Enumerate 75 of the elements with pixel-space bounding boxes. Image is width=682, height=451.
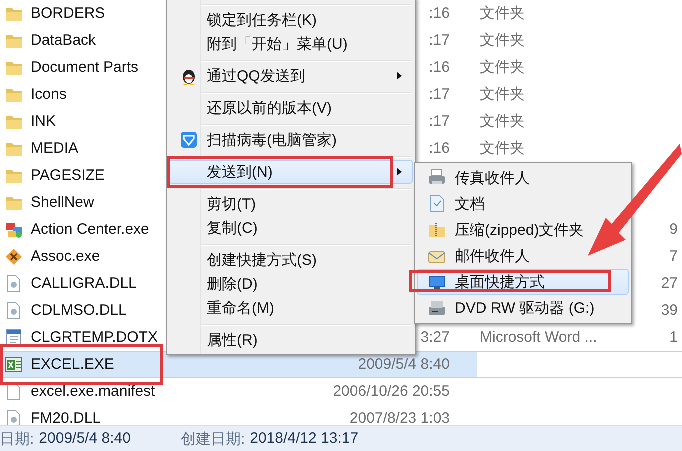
date-modified: :17 — [429, 86, 450, 103]
menu-item[interactable]: 文档 — [417, 191, 629, 217]
file-name[interactable]: ShellNew — [31, 194, 94, 211]
file-size: 9 — [670, 221, 678, 238]
menu-item[interactable]: 属性(R) — [169, 328, 413, 352]
file-name[interactable]: CLGRTEMP.DOTX — [31, 329, 158, 346]
file-type: 文件夹 — [480, 32, 525, 49]
file-name[interactable]: CALLIGRA.DLL — [31, 275, 137, 292]
gear-file-icon — [5, 274, 23, 292]
date-modified: :16 — [429, 59, 450, 76]
file-name[interactable]: INK — [31, 113, 56, 130]
menu-item[interactable]: 通过QQ发送到 — [169, 64, 413, 88]
menu-item[interactable]: 扫描病毒(电脑管家) — [169, 128, 413, 152]
file-name[interactable]: FM20.DLL — [31, 410, 102, 425]
menu-item[interactable]: 剪切(T) — [169, 192, 413, 216]
file-name[interactable]: DataBack — [31, 32, 96, 49]
file-size: 39 — [661, 302, 678, 319]
menu-item[interactable]: 锁定到任务栏(K) — [169, 8, 413, 32]
menu-item[interactable]: 复制(C) — [169, 216, 413, 240]
file-name[interactable]: MEDIA — [31, 140, 79, 157]
submenu-arrow-icon — [397, 72, 402, 80]
file-type: 文件夹 — [480, 59, 525, 76]
tools-icon — [5, 248, 23, 266]
file-name[interactable]: Icons — [31, 86, 67, 103]
file-type: 文件夹 — [480, 140, 525, 157]
file-type: 文件夹 — [480, 86, 525, 103]
file-type: 文件夹 — [480, 113, 525, 130]
date-modified: 2006/10/26 20:55 — [333, 383, 450, 400]
date-modified: 3:27 — [420, 329, 450, 346]
file-type: Microsoft Word ... — [480, 329, 598, 346]
menu-item[interactable]: 重命名(M) — [169, 296, 413, 320]
file-size: 27 — [661, 275, 678, 292]
file-name[interactable]: Action Center.exe — [31, 221, 150, 238]
zip-folder-icon — [428, 221, 446, 239]
selected-file-row[interactable]: EXCEL.EXE 2009/5/4 8:40 — [0, 351, 682, 378]
menu-item[interactable]: 附到「开始」菜单(U) — [169, 32, 413, 56]
shield-icon — [180, 131, 198, 149]
file-name[interactable]: BORDERS — [31, 5, 106, 22]
file-size: 7 — [670, 248, 678, 265]
monitor-icon — [428, 273, 446, 291]
menu-item[interactable]: 压缩(zipped)文件夹 — [417, 217, 629, 243]
date-modified: 2007/8/23 1:03 — [350, 410, 450, 425]
date-modified: 2009/5/4 8:40 — [358, 356, 450, 373]
status-value: 2018/4/12 13:17 — [250, 430, 359, 448]
file-type: 文件夹 — [480, 5, 525, 22]
application-icon — [5, 220, 23, 238]
disc-drive-icon — [428, 299, 446, 317]
printer-icon — [428, 169, 446, 187]
status-label: 创建日期: — [180, 430, 246, 448]
menu-item[interactable]: 发送到(N) — [169, 160, 413, 184]
document-icon — [428, 195, 446, 213]
file-name[interactable]: PAGESIZE — [31, 167, 105, 184]
menu-item[interactable]: DVD RW 驱动器 (G:) — [417, 295, 629, 321]
menu-item[interactable]: 传真收件人 — [417, 165, 629, 191]
date-modified: :17 — [429, 113, 450, 130]
menu-item[interactable]: 还原以前的版本(V) — [169, 96, 413, 120]
menu-item[interactable]: 创建快捷方式(S) — [169, 248, 413, 272]
menu-item[interactable]: 邮件收件人 — [417, 243, 629, 269]
menu-item[interactable]: 删除(D) — [169, 272, 413, 296]
gear-file-icon — [5, 410, 23, 425]
status-label: 日期: — [0, 430, 34, 448]
date-modified: :16 — [429, 140, 450, 157]
file-size: 1 — [670, 329, 678, 346]
document-icon — [5, 328, 23, 346]
file-name[interactable]: CDLMSO.DLL — [31, 302, 127, 319]
spreadsheet-icon — [5, 356, 23, 374]
submenu-arrow-icon — [397, 168, 402, 176]
gear-file-icon — [5, 302, 23, 320]
file-name[interactable]: Document Parts — [31, 59, 139, 76]
date-modified: :16 — [429, 5, 450, 22]
file-name[interactable]: EXCEL.EXE — [31, 356, 114, 373]
file-name[interactable]: excel.exe.manifest — [31, 383, 156, 400]
date-modified: :17 — [429, 32, 450, 49]
file-name[interactable]: Assoc.exe — [31, 248, 100, 265]
status-value: 2009/5/4 8:40 — [39, 430, 131, 448]
